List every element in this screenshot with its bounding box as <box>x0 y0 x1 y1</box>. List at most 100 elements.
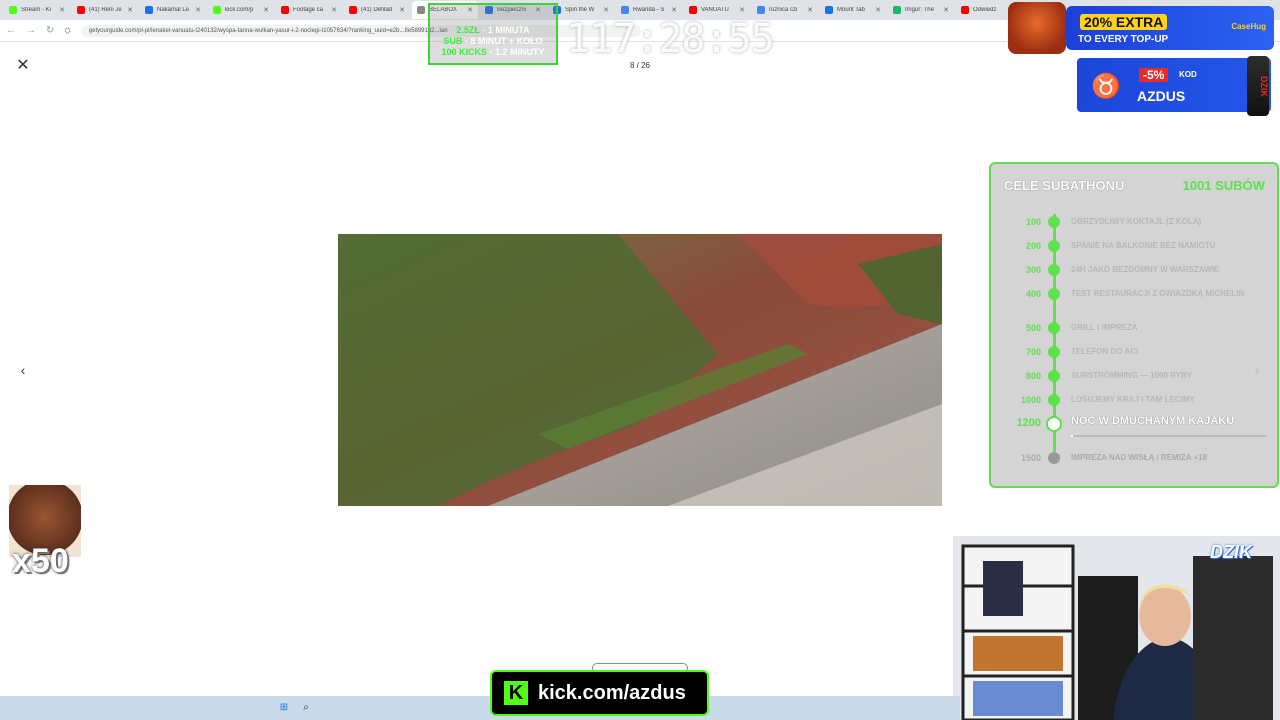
code-value: AZDUS <box>1137 88 1186 104</box>
tab-close-icon[interactable]: ✕ <box>195 6 201 14</box>
browser-tab[interactable]: kick.com/p ✕ <box>208 1 274 19</box>
goal-item: 1000 LOSUJEMY KRAJ I TAM LECIMY <box>991 390 1277 410</box>
bull-icon: ♉ <box>1091 73 1121 100</box>
treasure-chest-icon <box>1008 2 1066 54</box>
tab-close-icon[interactable]: ✕ <box>603 6 609 14</box>
rule-text: - 8 MINUT + KOŁO <box>462 36 543 46</box>
tab-title: Footage ca <box>293 7 324 13</box>
goal-threshold: 800 <box>1025 371 1041 381</box>
tab-favicon-icon <box>9 6 17 14</box>
tab-close-icon[interactable]: ✕ <box>807 6 813 14</box>
tab-favicon-icon <box>757 6 765 14</box>
rule-text: - 1 MINUTA <box>479 25 530 35</box>
goal-item: 100 OBRZYDLIWY KOKTAJL (Z KOLA) <box>991 212 1277 232</box>
tab-close-icon[interactable]: ✕ <box>739 6 745 14</box>
goal-marker-icon <box>1048 216 1060 228</box>
kick-channel-banner: K kick.com/azdus <box>490 670 709 716</box>
kick-channel-url: kick.com/azdus <box>538 681 686 704</box>
code-label: KOD <box>1179 70 1197 79</box>
energy-can: DZIK <box>1247 56 1269 116</box>
goal-item: 1200 NOC W DMUCHANYM KAJAKU <box>991 414 1277 434</box>
tab-close-icon[interactable]: ✕ <box>671 6 677 14</box>
rule-price: 2.5ZŁ <box>456 25 480 35</box>
goal-threshold: 400 <box>1025 289 1041 299</box>
rule-text: - 1.2 MINUTY <box>487 47 545 57</box>
goal-item: 800 SURSTRÖMMING — 1000 RYBY <box>991 366 1277 386</box>
goal-label: 24H JAKO BEZDOMNY W WARSZAWIE <box>1071 265 1220 274</box>
goal-progress-fill <box>1071 435 1073 437</box>
tab-favicon-icon <box>77 6 85 14</box>
webcam-logo: DZIK <box>1210 542 1252 562</box>
tab-close-icon[interactable]: ✕ <box>127 6 133 14</box>
discount-percent: -5% <box>1139 68 1169 82</box>
tab-close-icon[interactable]: ✕ <box>399 6 405 14</box>
goal-item: 1500 IMPREZA NAD WISŁĄ / REMIZA +18 <box>991 448 1277 468</box>
tab-close-icon[interactable]: ✕ <box>943 6 949 14</box>
goal-label: IMPREZA NAD WISŁĄ / REMIZA +18 <box>1071 453 1208 462</box>
goal-marker-icon <box>1048 452 1060 464</box>
goal-item: 700 TELEFON DO ACI <box>991 342 1277 362</box>
goal-label: OBRZYDLIWY KOKTAJL (Z KOLA) <box>1071 217 1202 226</box>
tab-close-icon[interactable]: ✕ <box>875 6 881 14</box>
tab-title: (41) Reni Je <box>89 7 122 13</box>
browser-tab[interactable]: Mount Tab ✕ <box>820 1 886 19</box>
browser-tab[interactable]: (41) Reni Je ✕ <box>72 1 138 19</box>
donation-rules-overlay: 2.5ZŁ - 1 MINUTA SUB - 8 MINUT + KOŁO 10… <box>428 3 558 65</box>
tab-favicon-icon <box>621 6 629 14</box>
goal-threshold: 500 <box>1025 323 1041 333</box>
tab-close-icon[interactable]: ✕ <box>59 6 65 14</box>
gallery-counter: 8 / 26 <box>629 61 650 70</box>
goal-label: SURSTRÖMMING — 1000 RYBY <box>1071 371 1193 380</box>
promo-headline: 20% EXTRA <box>1080 14 1168 30</box>
goal-progress-bar <box>1071 435 1267 437</box>
goal-marker-icon <box>1048 240 1060 252</box>
rule-price: 100 KICKS <box>441 47 487 57</box>
browser-tab[interactable]: Footage ca ✕ <box>276 1 342 19</box>
goal-threshold: 300 <box>1025 265 1041 275</box>
goal-threshold: 1200 <box>1016 417 1041 429</box>
tab-title: Odwiedz <box>973 7 997 13</box>
chevron-left-icon[interactable]: ‹ <box>15 362 31 378</box>
goal-marker-icon <box>1048 418 1060 430</box>
goal-threshold: 1500 <box>1020 453 1041 463</box>
subathon-timer: 117:28:55 <box>566 16 775 62</box>
browser-tab[interactable]: Nakamal Le ✕ <box>140 1 206 19</box>
search-icon[interactable]: ⌕ <box>300 702 312 714</box>
goal-marker-icon <box>1048 322 1060 334</box>
tab-title: Mount Tab <box>837 7 865 13</box>
webcam-feed: DZIK <box>953 536 1280 720</box>
goal-label: TEST RESTAURACJI Z GWIAZDKĄ MICHELIN <box>1071 289 1245 298</box>
goal-item: 200 SPANIE NA BALKONIE BEZ NAMIOTU <box>991 236 1277 256</box>
tab-title: (41) Defilad <box>361 7 393 13</box>
close-icon[interactable]: ✕ <box>14 57 32 75</box>
tab-favicon-icon <box>961 6 969 14</box>
tab-favicon-icon <box>145 6 153 14</box>
site-info-icon[interactable]: ⛭ <box>64 26 70 36</box>
kick-logo-icon: K <box>504 681 528 705</box>
tab-close-icon[interactable]: ✕ <box>331 6 337 14</box>
goals-title: CELE SUBATHONU <box>1004 178 1125 193</box>
goal-label: LOSUJEMY KRAJ I TAM LECIMY <box>1071 395 1195 404</box>
tab-close-icon[interactable]: ✕ <box>263 6 269 14</box>
tab-favicon-icon <box>281 6 289 14</box>
goal-label: GRILL I IMPREZA <box>1071 323 1138 332</box>
tab-favicon-icon <box>417 6 425 14</box>
tab-title: Stream - Ki <box>21 7 52 13</box>
browser-tab[interactable]: (41) Defilad ✕ <box>344 1 410 19</box>
back-icon[interactable]: ← <box>6 25 16 36</box>
browser-tab[interactable]: Stream - Ki ✕ <box>4 1 70 19</box>
goal-marker-icon <box>1048 394 1060 406</box>
reload-icon[interactable]: ↻ <box>46 25 54 36</box>
goal-item: 400 TEST RESTAURACJI Z GWIAZDKĄ MICHELIN <box>991 284 1277 304</box>
forward-icon[interactable]: → <box>26 25 36 36</box>
goal-item: 500 GRILL I IMPREZA <box>991 318 1277 338</box>
tab-favicon-icon <box>213 6 221 14</box>
windows-start-icon[interactable]: ⊞ <box>278 702 290 714</box>
goal-marker-icon <box>1048 346 1060 358</box>
goal-threshold: 700 <box>1025 347 1041 357</box>
goal-label: NOC W DMUCHANYM KAJAKU <box>1071 415 1235 427</box>
webcam-scene <box>953 536 1280 720</box>
browser-tab[interactable]: Imgur: The ✕ <box>888 1 954 19</box>
tab-title: kick.com/p <box>225 7 254 13</box>
tab-title: Rwanda - S <box>633 7 665 13</box>
